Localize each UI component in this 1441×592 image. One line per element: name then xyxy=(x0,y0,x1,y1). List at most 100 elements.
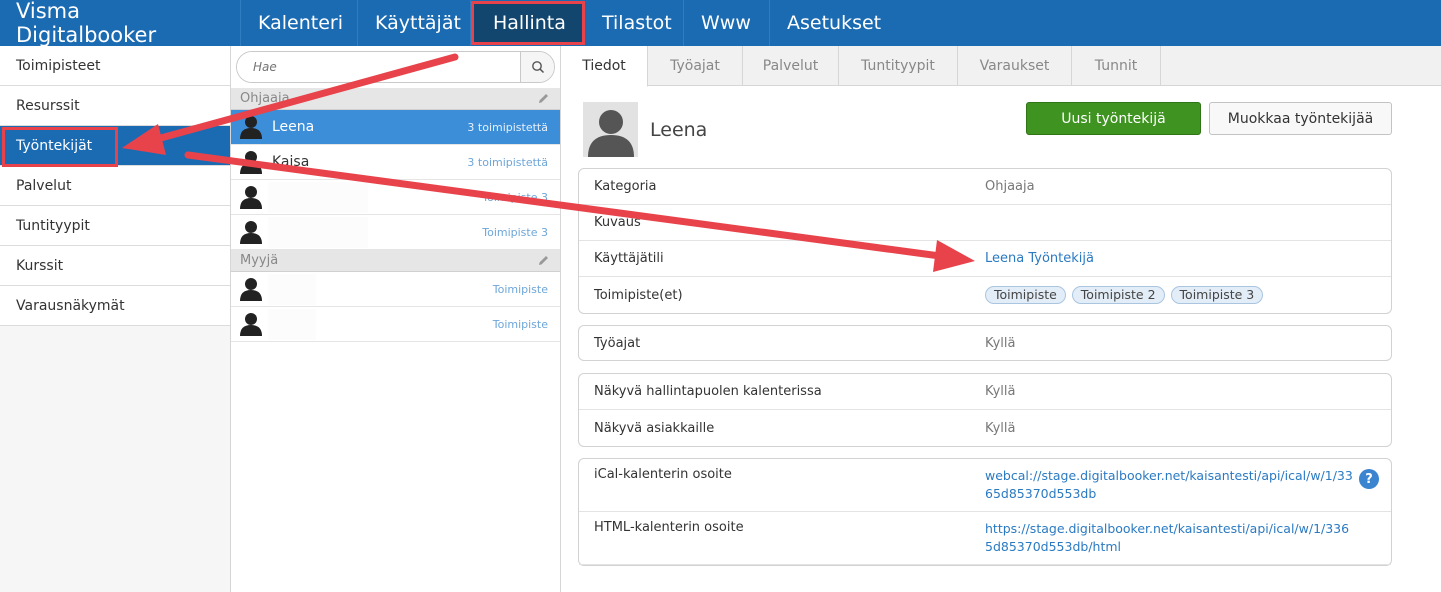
detail-row: Kategoria Ohjaaja xyxy=(579,169,1391,205)
redacted-name xyxy=(268,182,368,213)
person-icon xyxy=(240,278,262,301)
sidebar-item-kurssit[interactable]: Kurssit xyxy=(0,246,230,286)
help-icon[interactable]: ? xyxy=(1359,469,1379,489)
detail-value xyxy=(985,205,1391,240)
detail-label: Näkyvä hallintapuolen kalenterissa xyxy=(594,384,822,399)
profile-header: Leena xyxy=(583,102,707,157)
search-bar xyxy=(231,46,560,88)
detail-row: Näkyvä asiakkaille Kyllä xyxy=(579,410,1391,446)
tab-bar: Tiedot Työajat Palvelut Tuntityypit Vara… xyxy=(561,46,1441,87)
employee-locations: Toimipiste xyxy=(492,282,548,296)
group-header-ohjaaja: Ohjaaja xyxy=(231,88,560,110)
redacted-name xyxy=(268,274,316,305)
list-item[interactable]: Toimipiste 3 xyxy=(231,180,560,215)
nav-hallinta[interactable]: Hallinta xyxy=(471,1,585,45)
tab-varaukset[interactable]: Varaukset xyxy=(958,46,1072,86)
search-icon xyxy=(531,61,544,74)
search-box xyxy=(236,51,555,83)
redacted-name xyxy=(268,309,316,340)
tab-tunnit[interactable]: Tunnit xyxy=(1072,46,1161,86)
tab-tuntityypit[interactable]: Tuntityypit xyxy=(839,46,958,86)
detail-row: Toimipiste(et) Toimipiste Toimipiste 2 T… xyxy=(579,277,1391,313)
person-icon xyxy=(240,221,262,244)
person-icon xyxy=(587,110,634,157)
detail-label: Työajat xyxy=(594,335,641,351)
sidebar-item-resurssit[interactable]: Resurssit xyxy=(0,86,230,126)
sidebar-item-tyontekijat[interactable]: Työntekijät xyxy=(0,126,230,167)
tab-tiedot[interactable]: Tiedot xyxy=(561,46,648,87)
brand-logo[interactable]: Visma Digitalbooker xyxy=(0,0,241,47)
detail-row: Työajat Kyllä xyxy=(579,326,1391,360)
detail-row: HTML-kalenterin osoite https://stage.dig… xyxy=(579,512,1391,565)
sidebar-item-toimipisteet[interactable]: Toimipisteet xyxy=(0,46,230,86)
details-card: Kategoria Ohjaaja Kuvaus Käyttäjätili Le… xyxy=(578,168,1392,314)
html-url-link[interactable]: https://stage.digitalbooker.net/kaisante… xyxy=(985,520,1357,556)
location-tags: Toimipiste Toimipiste 2 Toimipiste 3 xyxy=(985,277,1391,313)
edit-employee-button[interactable]: Muokkaa työntekijää xyxy=(1209,102,1392,135)
sidebar: Toimipisteet Resurssit Työntekijät Palve… xyxy=(0,46,231,592)
detail-value: Kyllä xyxy=(985,335,1016,351)
person-icon xyxy=(240,186,262,209)
person-icon xyxy=(240,116,262,139)
list-item[interactable]: Leena 3 toimipistettä xyxy=(231,110,560,145)
group-header-myyja: Myyjä xyxy=(231,250,560,272)
detail-label: iCal-kalenterin osoite xyxy=(594,467,732,482)
nav-tilastot[interactable]: Tilastot xyxy=(585,0,684,46)
detail-value: Kyllä xyxy=(985,384,1016,399)
list-item[interactable]: Toimipiste 3 xyxy=(231,215,560,250)
calendar-urls-card: iCal-kalenterin osoite webcal://stage.di… xyxy=(578,458,1392,566)
sidebar-item-palvelut[interactable]: Palvelut xyxy=(0,166,230,206)
detail-row: Näkyvä hallintapuolen kalenterissa Kyllä xyxy=(579,374,1391,410)
search-button[interactable] xyxy=(520,52,554,82)
highlight-box xyxy=(2,127,118,167)
nav-asetukset[interactable]: Asetukset xyxy=(770,0,881,46)
employee-name: Leena xyxy=(272,119,315,135)
detail-label: Kategoria xyxy=(594,179,657,194)
detail-label: Käyttäjätili xyxy=(594,251,664,266)
visibility-card: Näkyvä hallintapuolen kalenterissa Kyllä… xyxy=(578,373,1392,447)
tab-palvelut[interactable]: Palvelut xyxy=(743,46,839,86)
top-nav: Visma Digitalbooker Kalenteri Käyttäjät … xyxy=(0,0,1441,47)
employee-name: Kaisa xyxy=(272,154,310,170)
detail-label: Kuvaus xyxy=(594,215,641,230)
location-tag: Toimipiste xyxy=(985,286,1066,304)
sidebar-item-tuntityypit[interactable]: Tuntityypit xyxy=(0,206,230,246)
employee-detail-panel: Tiedot Työajat Palvelut Tuntityypit Vara… xyxy=(561,46,1441,592)
detail-row: iCal-kalenterin osoite webcal://stage.di… xyxy=(579,459,1391,512)
detail-value: Ohjaaja xyxy=(985,179,1035,194)
tab-tyoajat[interactable]: Työajat xyxy=(648,46,743,86)
detail-value: https://stage.digitalbooker.net/kaisante… xyxy=(985,520,1391,556)
employee-locations: Toimipiste 3 xyxy=(482,190,548,204)
group-name: Myyjä xyxy=(240,253,279,268)
group-name: Ohjaaja xyxy=(240,91,290,106)
list-item[interactable]: Toimipiste xyxy=(231,307,560,342)
person-icon xyxy=(240,151,262,174)
list-item[interactable]: Toimipiste xyxy=(231,272,560,307)
employee-list-panel: Ohjaaja Leena 3 toimipistettä Kaisa 3 to… xyxy=(231,46,561,592)
nav-www[interactable]: Www xyxy=(684,0,770,46)
employee-locations: 3 toimipistettä xyxy=(467,155,548,169)
nav-kayttajat[interactable]: Käyttäjät xyxy=(358,0,471,46)
pencil-icon[interactable] xyxy=(537,92,550,105)
employee-locations: Toimipiste xyxy=(492,317,548,331)
nav-kalenteri[interactable]: Kalenteri xyxy=(241,0,358,46)
detail-value: webcal://stage.digitalbooker.net/kaisant… xyxy=(985,467,1391,503)
detail-row: Käyttäjätili Leena Työntekijä xyxy=(579,241,1391,277)
sidebar-item-varausnakymat[interactable]: Varausnäkymät xyxy=(0,286,230,326)
pencil-icon[interactable] xyxy=(537,254,550,267)
location-tag: Toimipiste 2 xyxy=(1071,286,1165,304)
employee-locations: Toimipiste 3 xyxy=(482,225,548,239)
user-account-link[interactable]: Leena Työntekijä xyxy=(985,251,1094,266)
list-item[interactable]: Kaisa 3 toimipistettä xyxy=(231,145,560,180)
employee-locations: 3 toimipistettä xyxy=(467,120,548,134)
ical-url-link[interactable]: webcal://stage.digitalbooker.net/kaisant… xyxy=(985,467,1357,503)
detail-row: Kuvaus xyxy=(579,205,1391,241)
search-input[interactable] xyxy=(237,52,520,82)
detail-value: Leena Työntekijä xyxy=(985,241,1391,276)
location-tag: Toimipiste 3 xyxy=(1170,286,1264,304)
redacted-name xyxy=(268,217,368,248)
detail-label: Näkyvä asiakkaille xyxy=(594,420,715,436)
avatar xyxy=(583,102,638,157)
work-times-card: Työajat Kyllä xyxy=(578,325,1392,361)
new-employee-button[interactable]: Uusi työntekijä xyxy=(1026,102,1201,135)
